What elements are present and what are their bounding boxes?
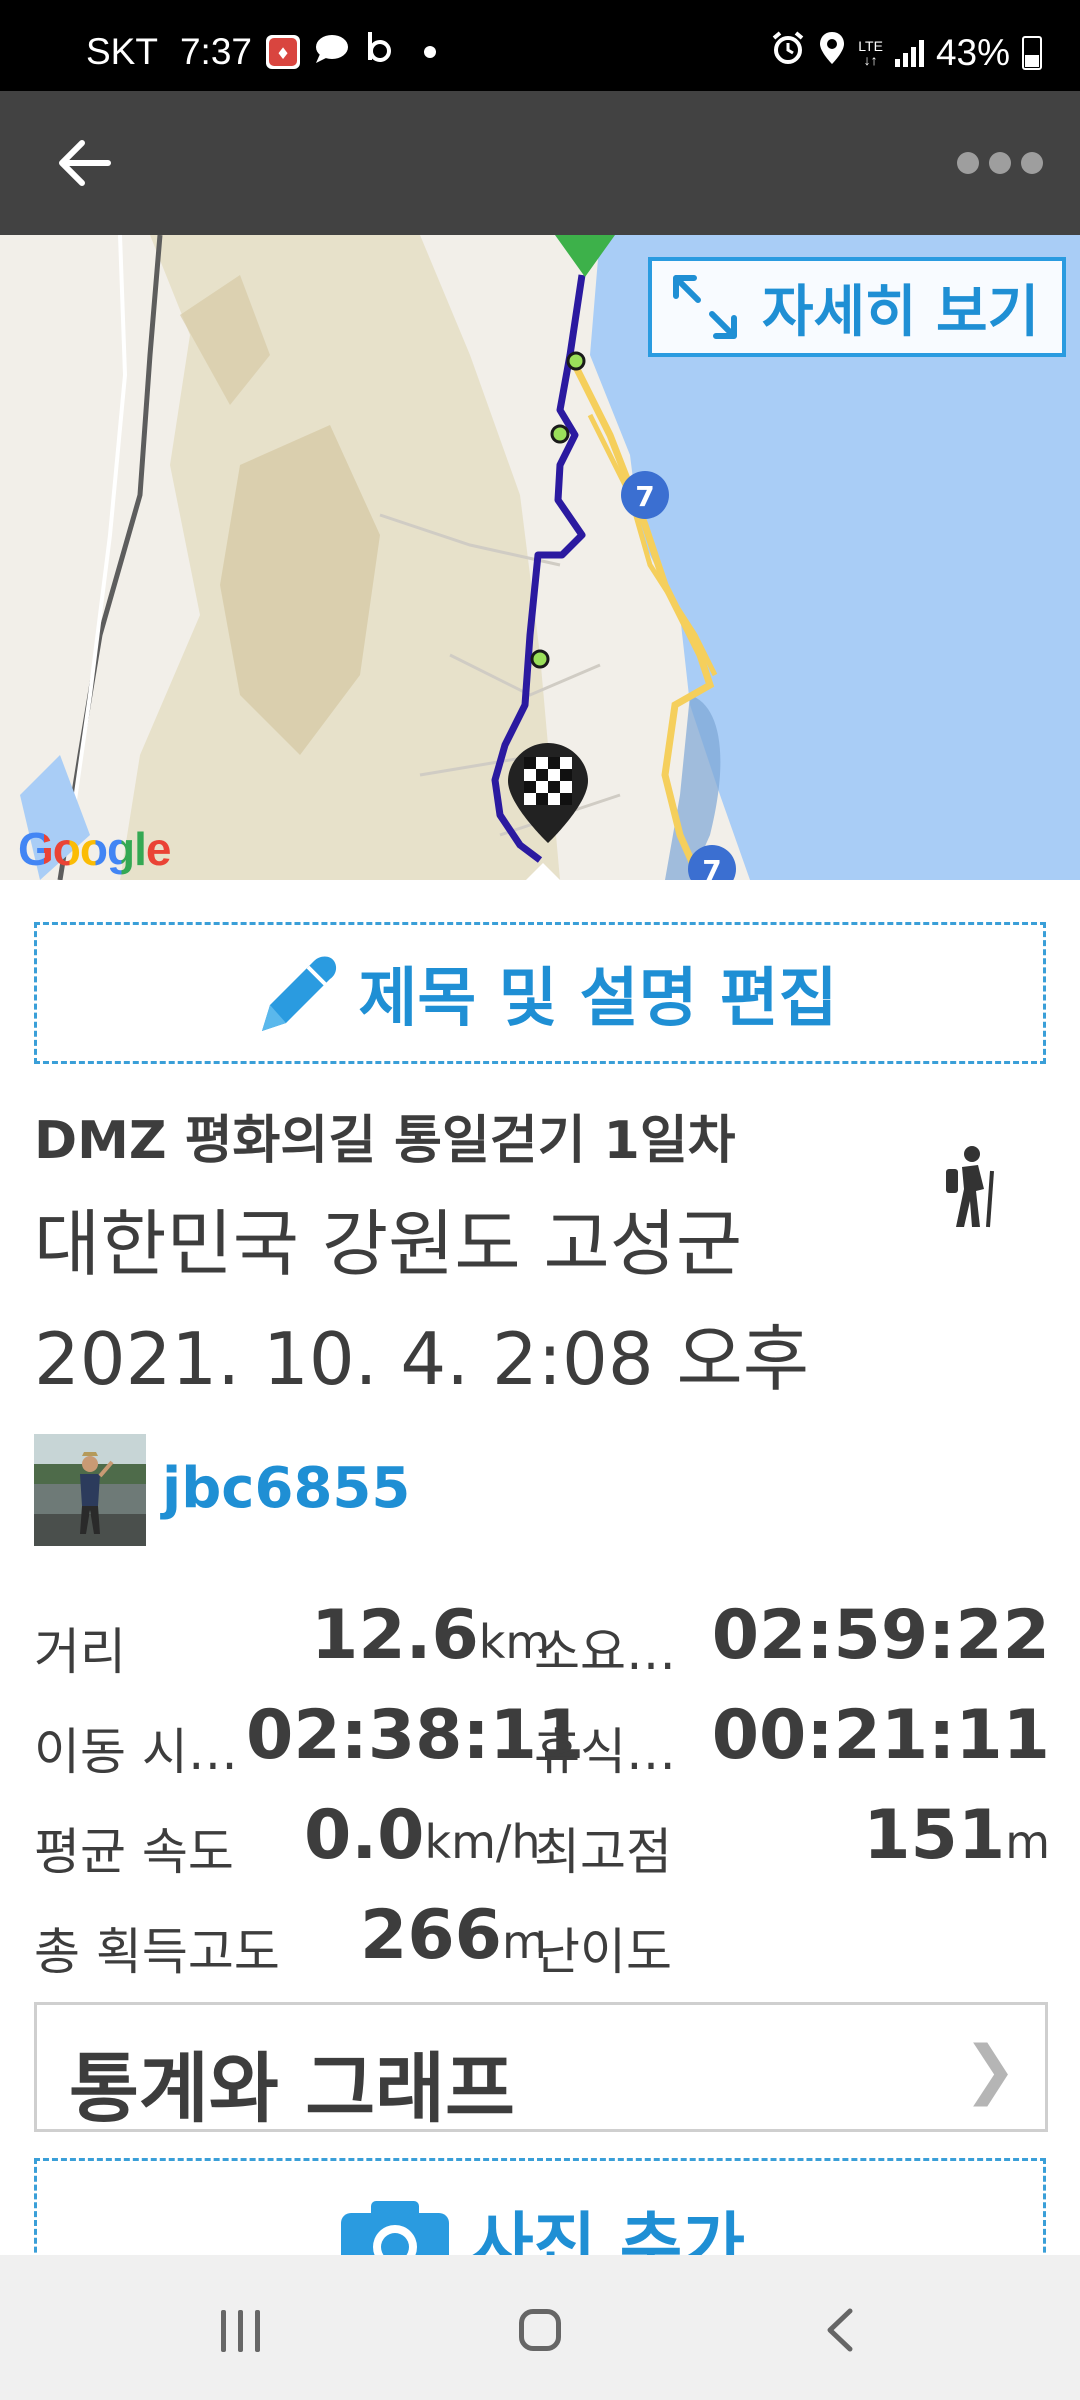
- view-details-label: 자세히 보기: [762, 279, 1040, 345]
- more-dots-icon: [957, 152, 979, 174]
- road-shield: 7: [621, 471, 669, 519]
- difficulty-label: 난이도: [534, 1923, 672, 1981]
- alarm-icon: [770, 30, 806, 75]
- stat-row: 이동 시… 02:38:11 휴식… 00:21:11: [34, 1690, 1050, 1790]
- svg-text:7: 7: [702, 854, 721, 880]
- app-bar: [0, 91, 1080, 235]
- arrow-left-icon: [59, 140, 111, 186]
- recents-icon: [220, 2310, 226, 2352]
- stat-row: 거리 12.6km 소요… 02:59:22: [34, 1590, 1050, 1690]
- system-back-button[interactable]: [780, 2285, 900, 2375]
- elevation-gain-value: 266m: [360, 1896, 547, 1975]
- notification-app-icon: ♦: [265, 34, 300, 69]
- trip-title: DMZ 평화의길 통일걷기 1일차: [34, 1111, 736, 1171]
- stats-graphs-label: 통계와 그래프: [69, 2044, 515, 2133]
- lte-icon: LTE ↓↑: [858, 37, 883, 68]
- view-details-button[interactable]: 자세히 보기: [648, 257, 1066, 357]
- stat-row: 총 획득고도 266m 난이도: [34, 1890, 1050, 1990]
- avg-speed-label: 평균 속도: [34, 1823, 234, 1881]
- carrier-label: SKT: [86, 30, 158, 72]
- rest-time-value: 00:21:11: [711, 1696, 1050, 1775]
- elevation-gain-label: 총 획득고도: [34, 1923, 280, 1981]
- dot-icon: [423, 45, 436, 58]
- trip-datetime: 2021. 10. 4. 2:08 오후: [34, 1317, 810, 1401]
- moving-time-label: 이동 시…: [34, 1723, 238, 1781]
- stat-row: 평균 속도 0.0km/h 최고점 151m: [34, 1790, 1050, 1890]
- signal-icon: [894, 39, 924, 67]
- max-altitude-value: 151m: [863, 1796, 1050, 1875]
- back-button[interactable]: [40, 127, 130, 199]
- total-time-value: 02:59:22: [711, 1596, 1050, 1675]
- google-attribution: Google: [18, 823, 171, 875]
- more-options-button[interactable]: [950, 131, 1050, 195]
- map-pointer: [525, 863, 561, 880]
- status-bar: SKT 7:37 ♦ LTE ↓↑ 43%: [0, 0, 1080, 91]
- battery-percent: 43%: [935, 31, 1010, 73]
- expand-icon: [673, 275, 737, 339]
- location-icon: [818, 30, 846, 75]
- b-app-icon: [364, 30, 394, 73]
- avatar[interactable]: [34, 1434, 146, 1546]
- username-link[interactable]: jbc6855: [162, 1456, 410, 1521]
- edit-title-label: 제목 및 설명 편집: [358, 962, 838, 1036]
- distance-value: 12.6km: [311, 1596, 551, 1675]
- chat-icon: [314, 31, 350, 73]
- avg-speed-value: 0.0km/h: [304, 1796, 541, 1875]
- battery-icon: [1022, 35, 1042, 70]
- system-nav-bar: [0, 2255, 1080, 2400]
- route-map[interactable]: 7 7 자세히 보기 Google: [0, 235, 1080, 880]
- home-button[interactable]: [480, 2285, 600, 2375]
- distance-label: 거리: [34, 1623, 126, 1681]
- stats-graphs-button[interactable]: 통계와 그래프 ❯: [34, 2002, 1048, 2133]
- max-altitude-label: 최고점: [534, 1823, 672, 1881]
- home-icon: [519, 2309, 561, 2351]
- chevron-right-icon: ❯: [963, 2033, 1017, 2107]
- back-icon: [827, 2308, 853, 2352]
- svg-text:♦: ♦: [276, 44, 290, 63]
- svg-text:7: 7: [635, 480, 654, 513]
- pencil-icon: [262, 956, 337, 1031]
- trip-location: 대한민국 강원도 고성군: [34, 1202, 743, 1286]
- hiking-icon: [946, 1146, 994, 1228]
- total-time-label: 소요…: [534, 1623, 676, 1681]
- rest-time-label: 휴식…: [534, 1723, 676, 1781]
- recents-button[interactable]: [180, 2291, 300, 2371]
- edit-title-description-button[interactable]: 제목 및 설명 편집: [34, 922, 1046, 1064]
- stats-section: 거리 12.6km 소요… 02:59:22 이동 시… 02:38:11 휴식…: [34, 1590, 1050, 1990]
- clock: 7:37: [179, 30, 252, 72]
